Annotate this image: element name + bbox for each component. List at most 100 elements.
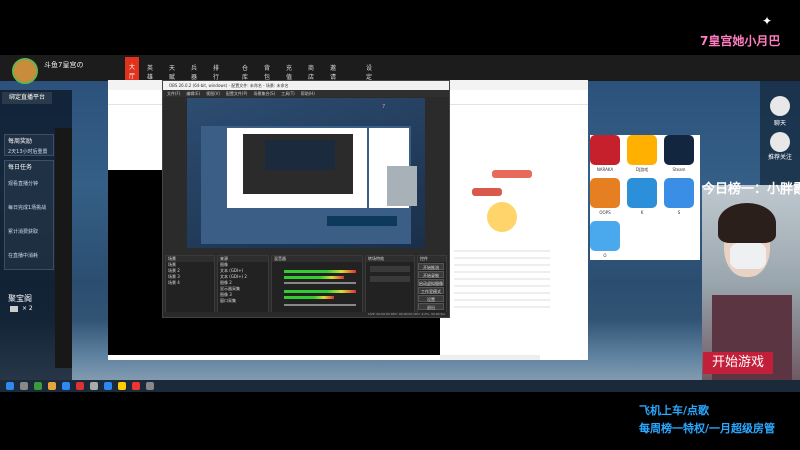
- taskbar-icon[interactable]: [104, 382, 112, 390]
- volume-slider[interactable]: [284, 304, 356, 306]
- obs-control-button[interactable]: 设置: [418, 295, 444, 302]
- treasure-title[interactable]: 聚宝阁: [8, 293, 32, 304]
- daily-task-card[interactable]: 每日任务 观看直播分钟 每日完成1场挑战 累计消费获取 在直播中消耗: [4, 160, 54, 270]
- treasure-count: × 2: [22, 305, 33, 312]
- obs-menu-item[interactable]: 视图(V): [206, 91, 220, 96]
- controls-header: 控件: [418, 256, 446, 262]
- obs-control-button[interactable]: 启动虚拟摄像机: [418, 279, 444, 293]
- channel-title: 斗鱼7皇宫の: [44, 61, 84, 69]
- obs-control-button[interactable]: 工作室模式: [418, 287, 444, 294]
- app-icon[interactable]: [664, 178, 694, 208]
- taskbar-icon[interactable]: [6, 382, 14, 390]
- app-label: NARAKA: [596, 167, 614, 172]
- tab-8[interactable]: 商店: [308, 63, 314, 81]
- tab-5[interactable]: 仓库: [242, 63, 248, 81]
- obs-titlebar: OBS 26.0.2 (64-bit, windows) - 配置文件: 未命名…: [163, 81, 449, 90]
- obs-menu-item[interactable]: 编辑(E): [186, 91, 200, 96]
- duration-field[interactable]: [370, 276, 410, 282]
- tag-button[interactable]: [492, 170, 532, 178]
- taskbar-icon[interactable]: [118, 382, 126, 390]
- app-label: K: [640, 210, 644, 215]
- app-label: S: [677, 210, 681, 215]
- mixer-header: 混音器: [272, 256, 362, 262]
- taskbar-icon[interactable]: [34, 382, 42, 390]
- mascot-image: [487, 202, 517, 232]
- app-grid-panel: NARAKA DJ游戏 Steam OOPS K S O: [590, 135, 700, 260]
- weekly-reward-sub: 2天13小时后重置: [8, 149, 48, 155]
- taskbar-icon[interactable]: [20, 382, 28, 390]
- obs-menu-item[interactable]: 配置文件(P): [226, 91, 248, 96]
- obs-control-button[interactable]: 退出: [418, 303, 444, 310]
- obs-control-button[interactable]: 开始推流: [418, 263, 444, 270]
- start-game-button[interactable]: 开始游戏: [703, 352, 773, 374]
- sparkle-icon: ✦: [762, 14, 773, 28]
- app-icon[interactable]: [590, 178, 620, 208]
- obs-menu-item[interactable]: 文件(F): [167, 91, 180, 96]
- nested-camera: [387, 166, 417, 206]
- tab-3[interactable]: 兵器: [191, 63, 197, 81]
- obs-menu-item[interactable]: 场景集合(S): [253, 91, 275, 96]
- transitions-header: 转场特效: [366, 256, 414, 262]
- obs-menu-item[interactable]: 帮助(H): [301, 91, 315, 96]
- obs-preview: 7: [187, 98, 425, 248]
- taskbar-icon[interactable]: [132, 382, 140, 390]
- obs-control-button[interactable]: 开始录制: [418, 271, 444, 278]
- obs-menu-item[interactable]: 工具(T): [281, 91, 295, 96]
- task-item: 在直播中消耗: [8, 253, 39, 259]
- tab-6[interactable]: 背包: [264, 63, 270, 81]
- mask-shape: [730, 243, 766, 269]
- app-icon[interactable]: [664, 135, 694, 165]
- chat-icon[interactable]: [770, 96, 790, 116]
- game-topbar: 斗鱼7皇宫の 大厅英雄天赋兵器排行榜仓库背包充值商店邀请有奖设定及赛间: [0, 55, 800, 108]
- taskbar-icon[interactable]: [62, 382, 70, 390]
- audio-meter: [284, 296, 334, 299]
- tab-1[interactable]: 英雄: [147, 63, 153, 81]
- treasure-icon: [10, 306, 18, 312]
- taskbar-icon[interactable]: [76, 382, 84, 390]
- bottom-line1: 飞机上车/点歌: [639, 404, 710, 417]
- avatar[interactable]: [12, 58, 38, 84]
- transitions-dock: 转场特效: [365, 255, 415, 313]
- page-header: [108, 138, 168, 166]
- app-label: DJ游戏: [635, 167, 649, 172]
- follow-icon[interactable]: [770, 132, 790, 152]
- bottom-line2: 每周榜一特权/一月超级房管: [639, 422, 776, 435]
- scene-item[interactable]: 场景 4: [166, 280, 214, 286]
- scenes-dock: 场景 场景 场景 2 场景 3 场景 4: [165, 255, 215, 313]
- daily-task-title: 每日任务: [8, 164, 33, 171]
- tab-2[interactable]: 天赋: [169, 63, 175, 81]
- browser-scrollbar[interactable]: [440, 355, 540, 360]
- task-item: 观看直播分钟: [8, 181, 39, 187]
- app-icon[interactable]: [627, 135, 657, 165]
- audio-meter: [284, 276, 344, 279]
- taskbar-icon[interactable]: [146, 382, 154, 390]
- taskbar: [0, 380, 800, 392]
- app-icon[interactable]: [627, 178, 657, 208]
- taskbar-icon[interactable]: [90, 382, 98, 390]
- nested-top-text: 7: [382, 104, 386, 110]
- tab-7[interactable]: 充值: [286, 63, 292, 81]
- task-item: 累计消费获取: [8, 229, 39, 235]
- app-icon[interactable]: [590, 221, 620, 251]
- transition-select[interactable]: [370, 266, 410, 272]
- audio-meter: [284, 290, 356, 293]
- app-label: OOPS: [599, 210, 611, 215]
- left-icon-strip: [55, 128, 72, 368]
- tag-button[interactable]: [472, 188, 502, 196]
- hair-shape: [718, 203, 776, 243]
- obs-menubar: 文件(F) 编辑(E) 视图(V) 配置文件(P) 场景集合(S) 工具(T) 帮助(H): [163, 90, 449, 97]
- browser-right-content: [442, 170, 552, 350]
- topbar-bg: [0, 55, 800, 81]
- sources-dock: 来源 图像 文本 (GDI+) 文本 (GDI+) 2 图像 2 显示器采集 图像 3 窗口…: [217, 255, 269, 313]
- taskbar-icon[interactable]: [48, 382, 56, 390]
- bind-platform-label[interactable]: 绑定直播平台: [2, 92, 52, 104]
- follow-label: 推荐关注: [767, 154, 792, 161]
- obs-statusbar: LIVE: 00:00:00 REC: 00:00:00 CPU: 4.2%, …: [163, 312, 449, 317]
- top-right-title: 7皇宫她小月巴: [700, 34, 781, 48]
- weekly-reward-card[interactable]: 每周奖励 2天13小时后重置: [4, 134, 54, 156]
- audio-meter: [284, 270, 356, 273]
- app-icon[interactable]: [590, 135, 620, 165]
- volume-slider[interactable]: [284, 282, 356, 284]
- rank-text: 今日榜一：小胖霞: [702, 182, 800, 197]
- source-item[interactable]: 窗口采集: [218, 298, 268, 304]
